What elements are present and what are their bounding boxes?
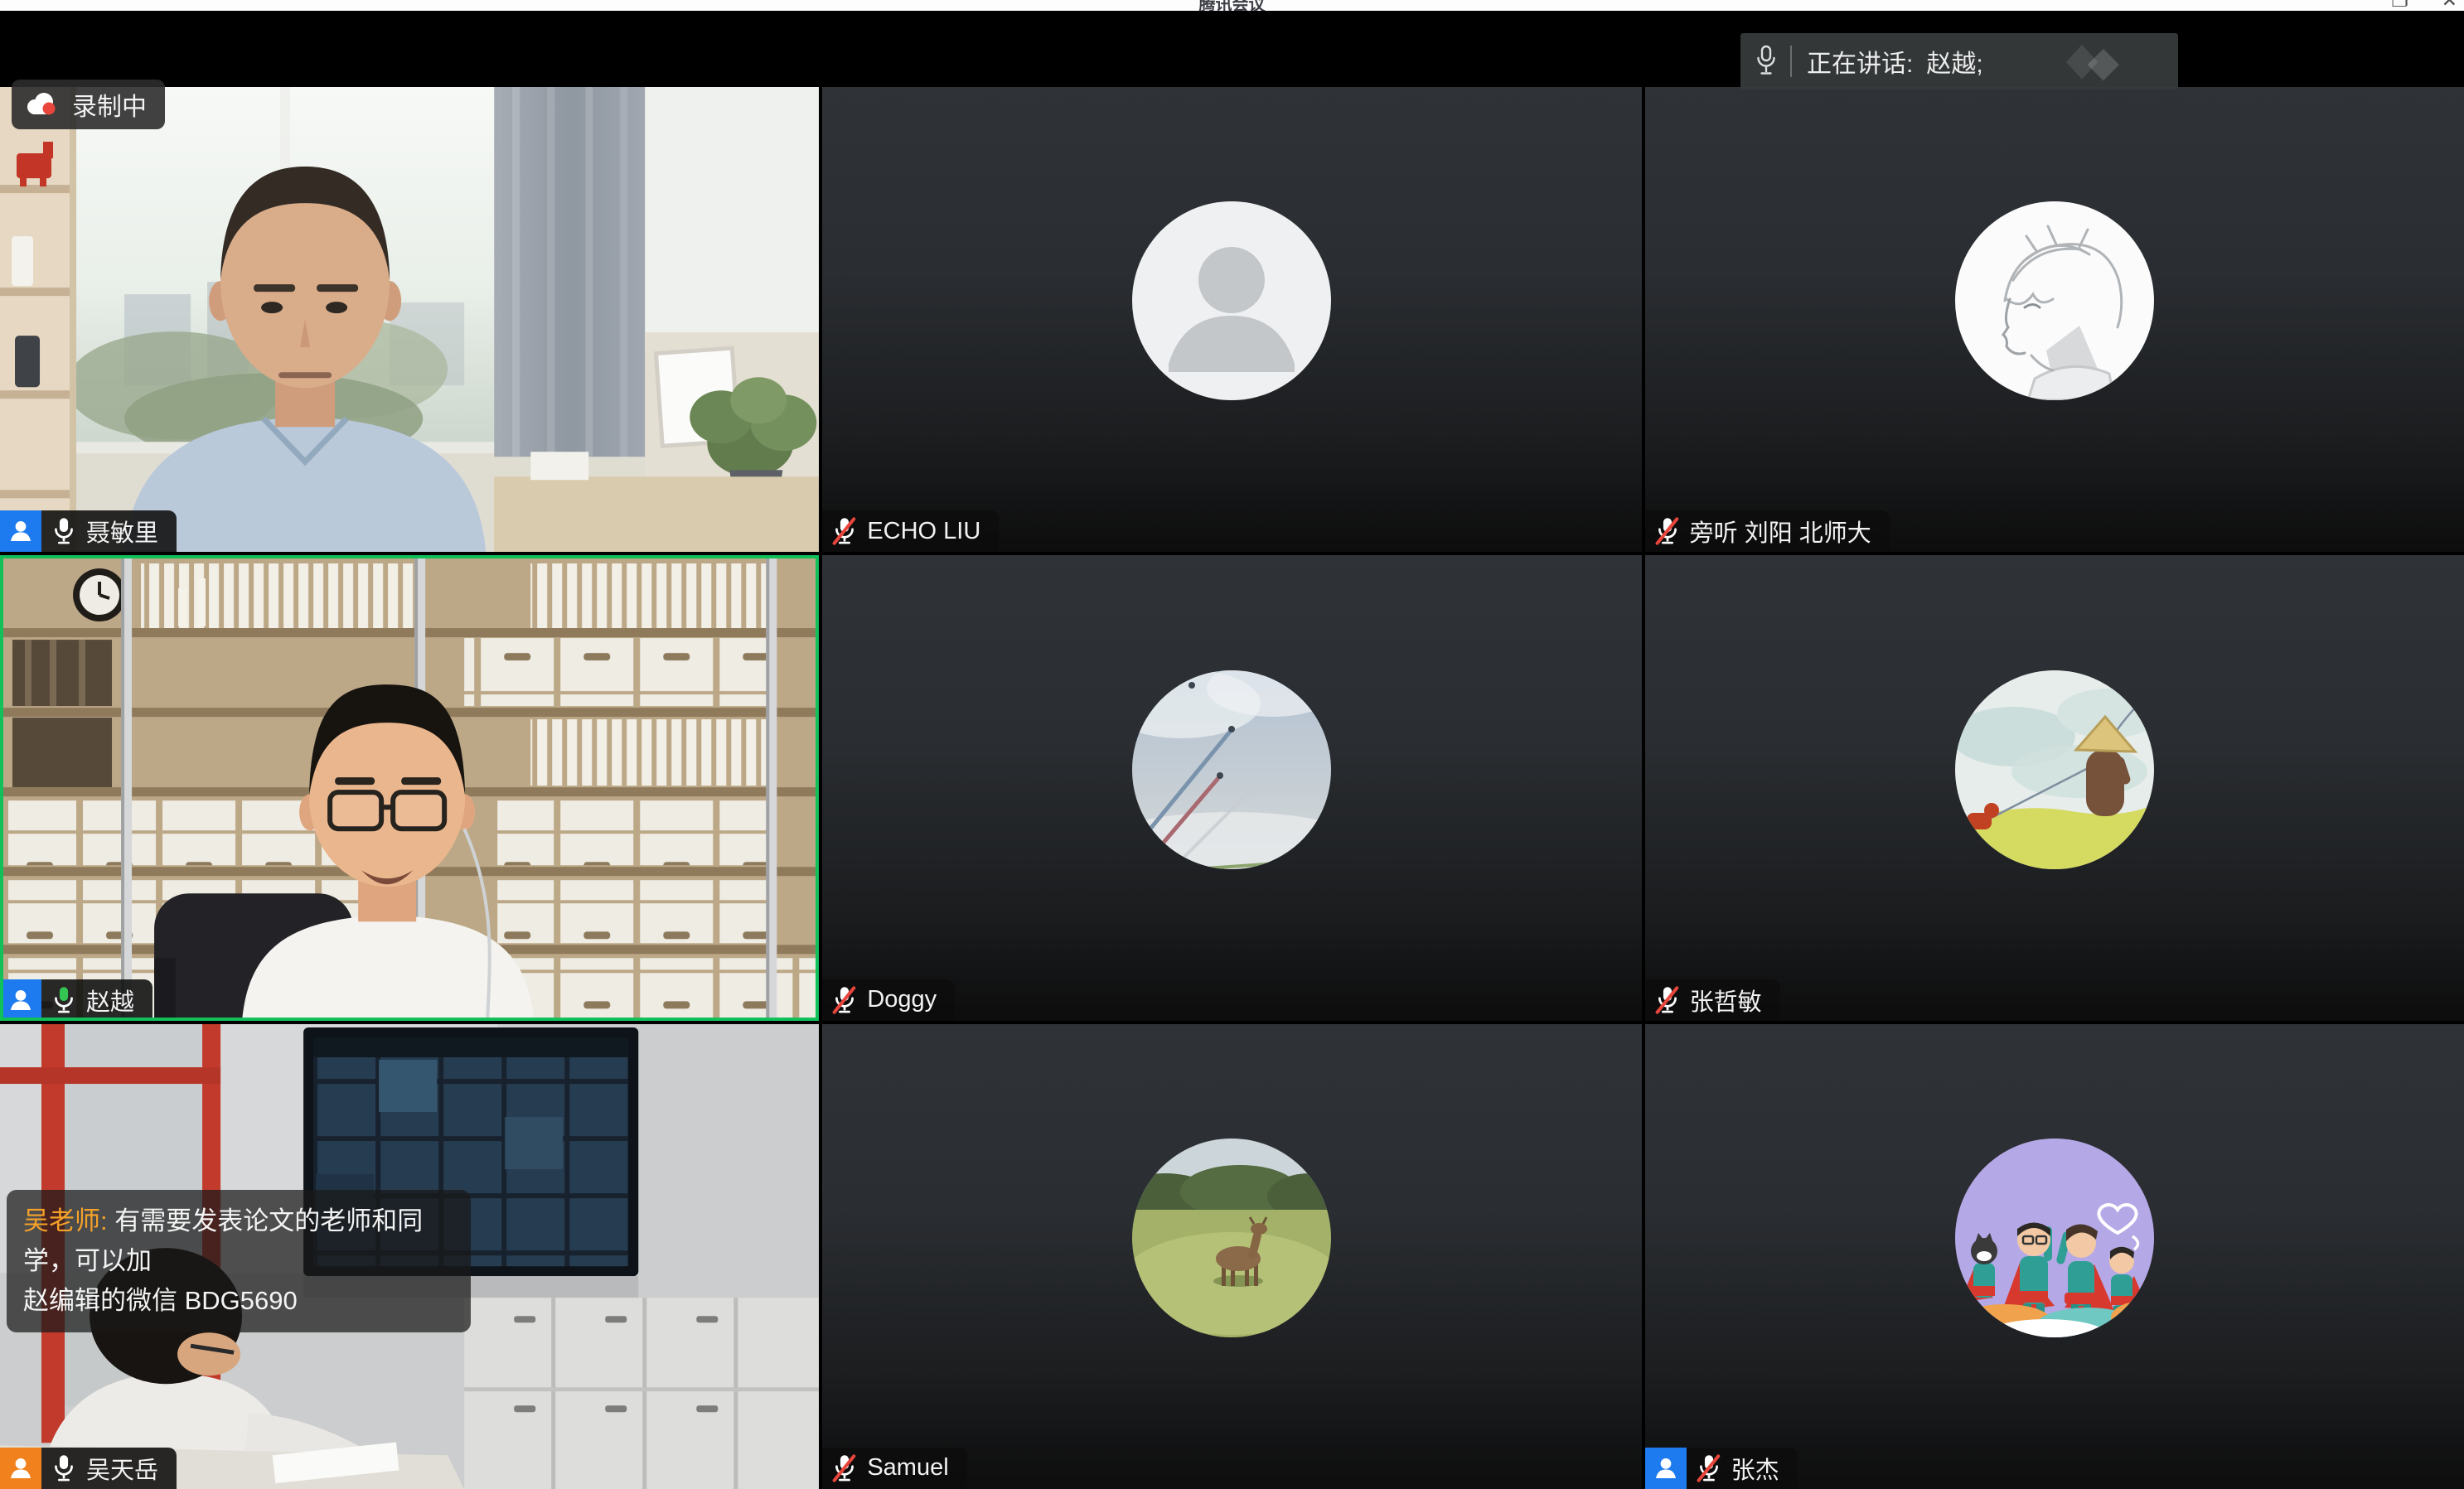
avatar-airshow-sky (1132, 670, 1331, 869)
microphone-muted-icon (1697, 1453, 1721, 1483)
microphone-muted-icon (832, 985, 857, 1015)
chat-text: 赵编辑的微信 BDG5690 (23, 1281, 454, 1321)
avatar-superhero-family (1955, 1139, 2154, 1337)
participant-tile-doggy[interactable]: Doggy (822, 555, 1641, 1020)
person-icon (0, 510, 41, 552)
participant-tile-zhang-jie[interactable]: 张杰 (1645, 1024, 2464, 1489)
microphone-muted-icon (1655, 516, 1680, 546)
close-window-button[interactable]: ✕ (2442, 0, 2457, 11)
person-icon (0, 1448, 41, 1489)
participant-name: Doggy (867, 986, 937, 1013)
microphone-muted-icon (832, 516, 857, 546)
participant-name: Samuel (867, 1454, 948, 1482)
avatar-anime-sketch (1955, 201, 2154, 400)
participant-name: 张杰 (1731, 1451, 1779, 1486)
participant-tile-zhang-zhemin[interactable]: 张哲敏 (1645, 555, 2464, 1020)
chat-sender: 吴老师: (23, 1206, 108, 1235)
participant-label: 张哲敏 (1645, 979, 1780, 1021)
restore-window-button[interactable]: ❐ (2391, 0, 2408, 11)
divider (1790, 46, 1792, 77)
participant-tile-echo-liu[interactable]: ECHO LIU (822, 87, 1641, 552)
participant-name: 聂敏里 (86, 514, 158, 549)
participant-label: 赵越 (0, 979, 152, 1021)
recording-badge: 录制中 (12, 80, 165, 129)
microphone-icon (51, 1453, 76, 1483)
participant-name: 赵越 (86, 983, 134, 1018)
participant-label: 聂敏里 (0, 510, 177, 552)
participant-grid: 聂敏里 ECHO LIU (0, 87, 2464, 1489)
participant-label: 旁听 刘阳 北师大 (1645, 510, 1890, 552)
microphone-muted-icon (1655, 985, 1680, 1015)
chat-line: 吴老师: 有需要发表论文的老师和同学，可以加 (23, 1201, 454, 1281)
video-feed-bookshelf-room (0, 555, 819, 1020)
tencent-meeting-logo (2065, 40, 2123, 83)
avatar-default-silhouette (1132, 201, 1331, 400)
participant-name: 旁听 刘阳 北师大 (1690, 514, 1871, 549)
microphone-muted-icon (832, 1453, 857, 1483)
window-titlebar: 腾讯会议 ❐ ✕ (0, 0, 2464, 11)
participant-label: 张杰 (1645, 1448, 1798, 1489)
participant-tile-nie-minli[interactable]: 聂敏里 (0, 87, 819, 552)
participant-name: 吴天岳 (86, 1451, 158, 1486)
speaking-indicator: 正在讲话: 赵越; (1740, 33, 2178, 89)
avatar-bear-kite-illustration (1955, 670, 2154, 869)
participant-tile-samuel[interactable]: Samuel (822, 1024, 1641, 1489)
window-title: 腾讯会议 (0, 0, 2464, 11)
avatar-deer-field (1132, 1139, 1331, 1337)
speaking-prefix: 正在讲话: (1807, 43, 1913, 80)
microphone-icon (51, 516, 76, 546)
participant-label: Doggy (822, 979, 955, 1021)
participant-label: Samuel (822, 1448, 966, 1489)
participant-tile-wu-tianyue[interactable]: 吴老师: 有需要发表论文的老师和同学，可以加 赵编辑的微信 BDG5690 吴天… (0, 1024, 819, 1489)
participant-label: 吴天岳 (0, 1448, 177, 1489)
participant-tile-liu-yang[interactable]: 旁听 刘阳 北师大 (1645, 87, 2464, 552)
participant-label: ECHO LIU (822, 510, 999, 552)
participant-tile-zhao-yue[interactable]: 赵越 (0, 555, 819, 1020)
speaking-speaker-name: 赵越; (1926, 43, 1982, 80)
cloud-record-icon (23, 91, 61, 118)
person-icon (1645, 1448, 1687, 1489)
participant-name: ECHO LIU (867, 518, 980, 545)
chat-message-overlay: 吴老师: 有需要发表论文的老师和同学，可以加 赵编辑的微信 BDG5690 (7, 1190, 471, 1332)
person-icon (0, 979, 41, 1021)
video-feed-office-window (0, 87, 819, 552)
microphone-active-icon (51, 985, 76, 1015)
recording-label: 录制中 (72, 86, 147, 123)
microphone-icon (1754, 44, 1779, 79)
participant-name: 张哲敏 (1690, 983, 1762, 1018)
